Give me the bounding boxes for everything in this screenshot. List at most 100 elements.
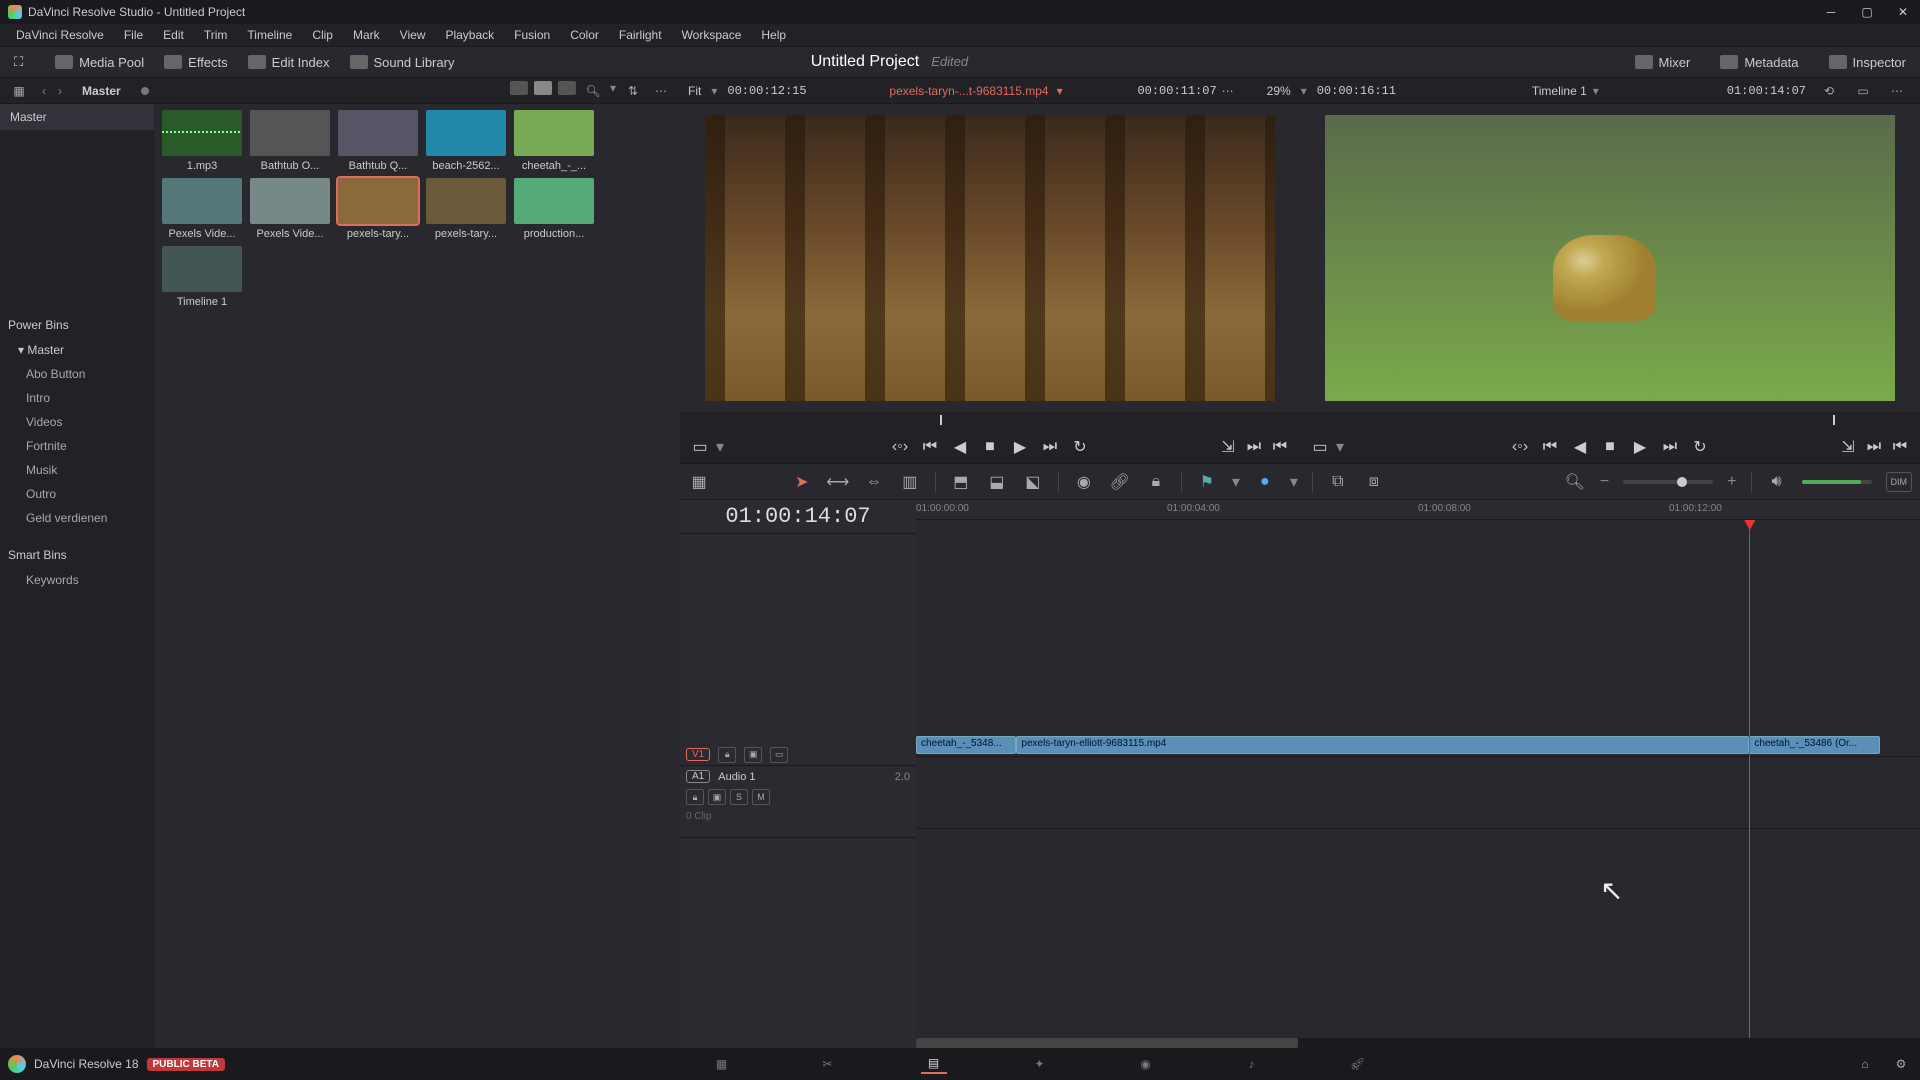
speaker-icon[interactable]: 🔊︎ <box>1766 472 1788 492</box>
project-settings-icon[interactable]: ⚙︎ <box>1890 1054 1912 1074</box>
source-viewer[interactable] <box>680 104 1300 412</box>
tl-mode-icon[interactable]: ▭ <box>1310 437 1330 457</box>
clip-thumb[interactable]: Bathtub O... <box>248 110 332 172</box>
tl-prev-edit-icon[interactable]: ⏮ <box>1890 437 1910 457</box>
zoom-search-icon[interactable]: 🔍︎ <box>1564 472 1586 492</box>
dim-button[interactable]: DIM <box>1886 472 1913 492</box>
clip-thumb[interactable]: beach-2562... <box>424 110 508 172</box>
timeline-ruler[interactable]: 01:00:00:0001:00:04:0001:00:08:0001:00:1… <box>916 500 1920 520</box>
clip-thumb[interactable]: Timeline 1 <box>160 246 244 308</box>
deliver-page-tab[interactable]: 🚀︎ <box>1345 1054 1371 1074</box>
flag-icon[interactable]: ⚑ <box>1196 472 1218 492</box>
source-scrubber[interactable] <box>680 412 1300 430</box>
menu-davinci-resolve[interactable]: DaVinci Resolve <box>6 28 114 42</box>
effects-toggle[interactable]: Effects <box>158 51 234 74</box>
a1-lock-icon[interactable]: 🔒︎ <box>686 789 704 805</box>
maximize-button[interactable]: ▢ <box>1858 3 1876 21</box>
replace-icon[interactable]: ⏮ <box>1270 437 1290 457</box>
zoom-slider-handle[interactable] <box>1677 477 1687 487</box>
bin-master[interactable]: Master <box>0 104 154 130</box>
home-icon[interactable]: ⌂ <box>1854 1054 1876 1074</box>
playhead[interactable] <box>1749 520 1750 1038</box>
zoom-in-icon[interactable]: + <box>1727 473 1736 491</box>
a1-track-head[interactable]: A1 Audio 1 2.0 🔒︎ ▣ S M 0 Clip <box>680 766 916 838</box>
a1-track[interactable] <box>916 757 1920 829</box>
edit-index-toggle[interactable]: Edit Index <box>242 51 336 74</box>
color-page-tab[interactable]: ◉ <box>1133 1054 1159 1074</box>
link-icon[interactable]: 🔗︎ <box>1109 472 1131 492</box>
tl-stop-button[interactable]: ■ <box>1600 437 1620 457</box>
loop-button[interactable]: ↻ <box>1070 437 1090 457</box>
timeline-dropdown[interactable]: Timeline 1 <box>1532 84 1587 98</box>
menu-help[interactable]: Help <box>751 28 796 42</box>
nav-fwd-icon[interactable]: › <box>58 84 62 98</box>
power-bin-item[interactable]: Musik <box>0 458 154 482</box>
step-back-button[interactable]: ◀ <box>950 437 970 457</box>
clip-thumb[interactable]: Pexels Vide... <box>160 178 244 240</box>
menu-fusion[interactable]: Fusion <box>504 28 560 42</box>
clip-thumb[interactable]: cheetah_-_... <box>512 110 596 172</box>
a1-mute-button[interactable]: M <box>752 789 770 805</box>
tl-next-edit-icon[interactable]: ⏭ <box>1864 437 1884 457</box>
fullscreen-toggle[interactable]: ⛶ <box>8 50 29 74</box>
smart-bin-item[interactable]: Keywords <box>0 568 154 592</box>
menu-trim[interactable]: Trim <box>194 28 238 42</box>
menu-timeline[interactable]: Timeline <box>237 28 302 42</box>
media-pool-toggle[interactable]: Media Pool <box>49 51 150 74</box>
menu-file[interactable]: File <box>114 28 153 42</box>
a1-track-badge[interactable]: A1 <box>686 770 710 783</box>
tl-zoom[interactable]: 29% <box>1267 84 1291 98</box>
timeline-h-scrollbar[interactable] <box>916 1038 1920 1048</box>
v1-enable-icon[interactable]: ▭ <box>770 747 788 763</box>
power-bin-item[interactable]: Outro <box>0 482 154 506</box>
menu-playback[interactable]: Playback <box>435 28 504 42</box>
bypass-icon[interactable]: ⟲ <box>1818 81 1840 101</box>
insert-icon[interactable]: ⏭ <box>1244 437 1264 457</box>
marker-icon[interactable]: ● <box>1254 472 1276 492</box>
dynamic-trim-tool[interactable]: ⇔ <box>863 472 885 492</box>
replace-clip-icon[interactable]: ⬕ <box>1022 472 1044 492</box>
retime-icon[interactable]: ◉ <box>1073 472 1095 492</box>
search-icon[interactable]: 🔍︎ <box>582 81 604 101</box>
src-options-icon[interactable]: ⋯ <box>1217 81 1239 101</box>
cut-page-tab[interactable]: ✂︎ <box>815 1054 841 1074</box>
tl-step-back-button[interactable]: ◀ <box>1570 437 1590 457</box>
menu-view[interactable]: View <box>390 28 436 42</box>
clip-thumb[interactable]: Pexels Vide... <box>248 178 332 240</box>
expand-viewer-icon[interactable]: ▭ <box>1852 81 1874 101</box>
play-button[interactable]: ▶ <box>1010 437 1030 457</box>
tl-match-frame-icon[interactable]: ‹◦› <box>1510 437 1530 457</box>
src-clip-name[interactable]: pexels-taryn-...t-9683115.mp4 <box>889 84 1048 98</box>
minimize-button[interactable]: ─ <box>1822 3 1840 21</box>
snap-icon[interactable]: ⧉ <box>1327 472 1349 492</box>
media-page-tab[interactable]: ▦ <box>709 1054 735 1074</box>
overwrite-icon[interactable]: ⇲ <box>1218 437 1238 457</box>
chevron-down-icon[interactable]: ▾ <box>610 81 616 101</box>
v1-lock-icon[interactable]: 🔒︎ <box>718 747 736 763</box>
lock-icon[interactable]: 🔒︎ <box>1145 472 1167 492</box>
bin-layout-icon[interactable]: ▦ <box>8 81 30 101</box>
sound-library-toggle[interactable]: Sound Library <box>344 51 461 74</box>
fusion-page-tab[interactable]: ✦ <box>1027 1054 1053 1074</box>
media-pool[interactable]: 1.mp3Bathtub O...Bathtub Q...beach-2562.… <box>154 104 680 1048</box>
src-mode-icon[interactable]: ▭ <box>690 437 710 457</box>
thumbnail-view-icon[interactable] <box>534 81 552 95</box>
tl-loop-button[interactable]: ↻ <box>1690 437 1710 457</box>
next-clip-button[interactable]: ⏭ <box>1040 437 1060 457</box>
clip-thumb[interactable]: production... <box>512 178 596 240</box>
v1-auto-select-icon[interactable]: ▣ <box>744 747 762 763</box>
prev-clip-button[interactable]: ⏮ <box>920 437 940 457</box>
v1-track[interactable]: cheetah_-_5348...pexels-taryn-elliott-96… <box>916 735 1920 757</box>
menu-fairlight[interactable]: Fairlight <box>609 28 672 42</box>
a1-auto-select-icon[interactable]: ▣ <box>708 789 726 805</box>
volume-slider[interactable] <box>1802 480 1872 484</box>
src-zoom[interactable]: Fit <box>688 84 701 98</box>
clip-thumb[interactable]: Bathtub Q... <box>336 110 420 172</box>
menu-clip[interactable]: Clip <box>302 28 343 42</box>
clip-thumb[interactable]: 1.mp3 <box>160 110 244 172</box>
inspector-toggle[interactable]: Inspector <box>1823 51 1912 74</box>
close-button[interactable]: ✕ <box>1894 3 1912 21</box>
zoom-out-icon[interactable]: − <box>1600 473 1609 491</box>
clip-thumb[interactable]: pexels-tary... <box>336 178 420 240</box>
menu-edit[interactable]: Edit <box>153 28 194 42</box>
